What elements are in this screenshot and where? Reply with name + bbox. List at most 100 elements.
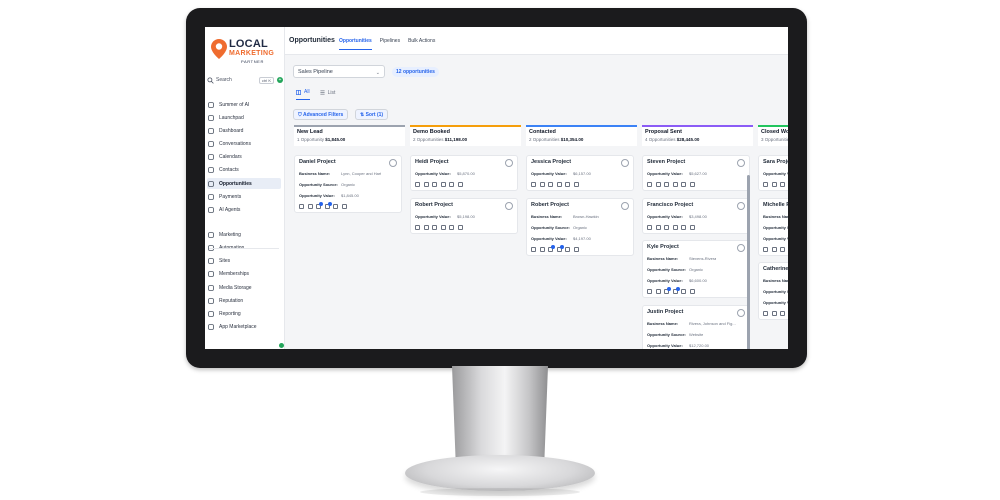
tag-icon[interactable] bbox=[664, 225, 669, 230]
phone-icon[interactable] bbox=[763, 182, 768, 187]
note-icon[interactable] bbox=[672, 182, 678, 187]
tag-icon[interactable] bbox=[432, 225, 437, 230]
assignee-avatar-icon[interactable] bbox=[505, 202, 513, 210]
tag-icon[interactable] bbox=[780, 311, 785, 316]
opportunity-card[interactable]: Catherine Project Business Name: Opportuni… bbox=[758, 262, 788, 320]
phone-icon[interactable] bbox=[647, 289, 652, 294]
message-icon[interactable] bbox=[539, 247, 545, 252]
opportunity-card[interactable]: Heidi Project Opportunity Value: $5,870.00 bbox=[410, 155, 518, 191]
message-icon[interactable] bbox=[655, 225, 661, 230]
phone-icon[interactable] bbox=[415, 182, 420, 187]
task-icon[interactable] bbox=[449, 182, 454, 187]
phone-icon[interactable] bbox=[299, 204, 304, 209]
assignee-avatar-icon[interactable] bbox=[621, 159, 629, 167]
logo[interactable]: LOCAL MARKETING PARTNER bbox=[211, 37, 281, 67]
opportunity-card[interactable]: Sara Project Opportunity Value: bbox=[758, 155, 788, 191]
message-icon[interactable] bbox=[307, 204, 313, 209]
task-icon[interactable] bbox=[333, 204, 338, 209]
sidebar-item-opportunities[interactable]: Opportunities bbox=[207, 178, 281, 189]
pipeline-dropdown[interactable]: Sales Pipeline ⌄ bbox=[293, 65, 385, 78]
task-icon[interactable] bbox=[565, 247, 570, 252]
note-icon[interactable] bbox=[672, 225, 678, 230]
message-icon[interactable] bbox=[423, 225, 429, 230]
sidebar-search[interactable]: Search ctrl K + bbox=[207, 75, 283, 85]
opportunity-card[interactable]: Francisco Project Opportunity Value: $3,49… bbox=[642, 198, 750, 234]
opportunity-card[interactable]: Robert Project Opportunity Value: $5,198.0… bbox=[410, 198, 518, 234]
tag-icon[interactable] bbox=[548, 182, 553, 187]
assignee-avatar-icon[interactable] bbox=[621, 202, 629, 210]
phone-icon[interactable] bbox=[531, 182, 536, 187]
calendar-icon[interactable] bbox=[689, 182, 695, 187]
tag-icon[interactable] bbox=[664, 182, 669, 187]
board-scrollbar[interactable] bbox=[747, 175, 750, 349]
message-icon[interactable] bbox=[771, 182, 777, 187]
opportunity-card[interactable]: Michelle Project Business Name: Opportunit… bbox=[758, 198, 788, 256]
message-icon[interactable] bbox=[771, 311, 777, 316]
sidebar-item-media-storage[interactable]: Media Storage bbox=[207, 282, 281, 293]
sidebar-item-contacts[interactable]: Contacts bbox=[207, 164, 281, 175]
sidebar-item-launchpad[interactable]: Launchpad bbox=[207, 112, 281, 123]
assignee-avatar-icon[interactable] bbox=[505, 159, 513, 167]
calendar-icon[interactable] bbox=[573, 182, 579, 187]
phone-icon[interactable] bbox=[763, 311, 768, 316]
tag-icon[interactable] bbox=[548, 245, 555, 252]
tag-icon[interactable] bbox=[664, 287, 671, 294]
sidebar-item-payments[interactable]: Payments bbox=[207, 191, 281, 202]
calendar-icon[interactable] bbox=[457, 182, 463, 187]
sidebar-item-ai-agents[interactable]: AI Agents bbox=[207, 204, 281, 215]
message-icon[interactable] bbox=[771, 247, 777, 252]
opportunity-card[interactable]: Kyle Project Business Name: Stevens-Rivera… bbox=[642, 240, 750, 298]
phone-icon[interactable] bbox=[647, 225, 652, 230]
message-icon[interactable] bbox=[423, 182, 429, 187]
message-icon[interactable] bbox=[539, 182, 545, 187]
opportunity-card[interactable]: Justin Project Business Name: Rivera, John… bbox=[642, 305, 750, 349]
sidebar-item-conversations[interactable]: Conversations bbox=[207, 138, 281, 149]
phone-icon[interactable] bbox=[763, 247, 768, 252]
opportunity-card[interactable]: Robert Project Business Name: Brown-Hawkin… bbox=[526, 198, 634, 256]
assignee-avatar-icon[interactable] bbox=[737, 159, 745, 167]
task-icon[interactable] bbox=[565, 182, 570, 187]
opportunity-card[interactable]: Jessica Project Opportunity Value: $6,157.… bbox=[526, 155, 634, 191]
calendar-icon[interactable] bbox=[341, 204, 347, 209]
sidebar-item-reputation[interactable]: Reputation bbox=[207, 295, 281, 306]
view-tab-list[interactable]: List bbox=[319, 89, 335, 100]
calendar-icon[interactable] bbox=[689, 289, 695, 294]
sort-button[interactable]: ⇅ Sort (1) bbox=[355, 109, 389, 120]
tab-bulk-actions[interactable]: Bulk Actions bbox=[408, 38, 435, 50]
tag-icon[interactable] bbox=[780, 247, 785, 252]
tab-pipelines[interactable]: Pipelines bbox=[380, 38, 400, 50]
note-icon[interactable] bbox=[672, 287, 680, 294]
task-icon[interactable] bbox=[681, 182, 686, 187]
tab-opportunities[interactable]: Opportunities bbox=[339, 38, 372, 50]
note-icon[interactable] bbox=[440, 225, 446, 230]
sidebar-item-sites[interactable]: Sites bbox=[207, 255, 281, 266]
tag-icon[interactable] bbox=[432, 182, 437, 187]
phone-icon[interactable] bbox=[415, 225, 420, 230]
tag-icon[interactable] bbox=[316, 202, 323, 209]
tag-icon[interactable] bbox=[780, 182, 785, 187]
sidebar-item-marketing[interactable]: Marketing bbox=[207, 229, 281, 240]
calendar-icon[interactable] bbox=[457, 225, 463, 230]
quick-add-icon[interactable]: + bbox=[277, 77, 283, 83]
opportunity-card[interactable]: Daniel Project Business Name: Lynn, Cooper… bbox=[294, 155, 402, 213]
sidebar-item-settings[interactable]: Settings bbox=[207, 347, 281, 349]
sidebar-item-summer-of-ai[interactable]: Summer of AI bbox=[207, 99, 281, 110]
sidebar-item-dashboard[interactable]: Dashboard bbox=[207, 125, 281, 136]
note-icon[interactable] bbox=[324, 202, 332, 209]
message-icon[interactable] bbox=[655, 289, 661, 294]
assignee-avatar-icon[interactable] bbox=[737, 244, 745, 252]
message-icon[interactable] bbox=[655, 182, 661, 187]
sidebar-item-reporting[interactable]: Reporting bbox=[207, 308, 281, 319]
calendar-icon[interactable] bbox=[573, 247, 579, 252]
sidebar-item-calendars[interactable]: Calendars bbox=[207, 151, 281, 162]
note-icon[interactable] bbox=[440, 182, 446, 187]
calendar-icon[interactable] bbox=[689, 225, 695, 230]
assignee-avatar-icon[interactable] bbox=[737, 202, 745, 210]
sidebar-item-memberships[interactable]: Memberships bbox=[207, 268, 281, 279]
opportunity-card[interactable]: Steven Project Opportunity Value: $5,627.0… bbox=[642, 155, 750, 191]
sidebar-item-app-marketplace[interactable]: App Marketplace bbox=[207, 321, 281, 332]
view-tab-all[interactable]: All bbox=[296, 89, 310, 100]
assignee-avatar-icon[interactable] bbox=[389, 159, 397, 167]
task-icon[interactable] bbox=[449, 225, 454, 230]
note-icon[interactable] bbox=[556, 182, 562, 187]
